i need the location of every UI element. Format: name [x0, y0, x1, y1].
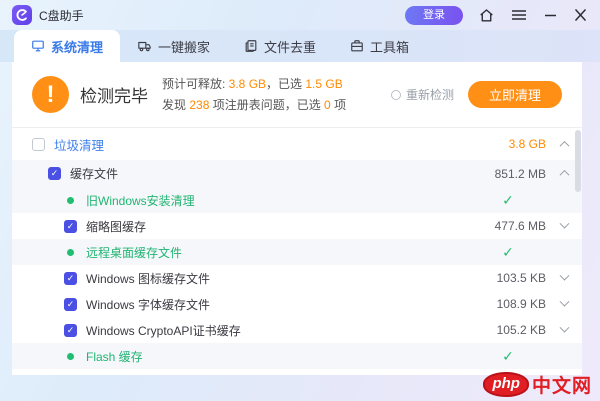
success-check-icon: ✓ [502, 191, 514, 208]
chevron-down-icon[interactable] [559, 296, 569, 307]
close-icon[interactable] [573, 8, 588, 22]
row-label: 缩略图缓存 [86, 219, 147, 234]
checkbox[interactable] [32, 137, 45, 151]
list-row[interactable]: 远程桌面缓存文件 ✓ [12, 239, 582, 265]
duplicate-file-icon [244, 39, 258, 53]
tab-file-dedup[interactable]: 文件去重 [227, 30, 333, 62]
row-label: 远程桌面缓存文件 [86, 245, 183, 260]
row-label: 缓存文件 [70, 167, 119, 181]
title-bar: C盘助手 登录 [0, 0, 600, 30]
home-icon[interactable] [478, 7, 495, 24]
status-dot [67, 248, 74, 256]
success-check-icon: ✓ [502, 347, 514, 364]
list-row[interactable]: ✓ Windows 图标缓存文件 103.5 KB [12, 265, 582, 291]
checkbox[interactable]: ✓ [64, 323, 77, 337]
size-label: 103.5 KB [496, 271, 546, 285]
list-row[interactable]: 垃圾清理 3.8 GB [12, 128, 582, 160]
clean-now-button[interactable]: 立即清理 [467, 81, 562, 108]
disk-cleanup-icon [31, 39, 45, 53]
checkbox[interactable]: ✓ [64, 271, 77, 285]
chevron-down-icon[interactable] [559, 270, 569, 281]
tab-label: 文件去重 [264, 39, 317, 55]
tab-one-click-move[interactable]: 一键搬家 [120, 30, 227, 62]
main-panel: ! 检测完毕 预计可释放: 3.8 GB，已选 1.5 GB 发现 238 项注… [12, 62, 582, 375]
watermark: php 中文网 [483, 371, 592, 398]
tab-toolbox[interactable]: 工具箱 [333, 30, 426, 62]
chevron-down-icon[interactable] [559, 218, 569, 229]
list-row[interactable]: Flash 缓存 ✓ [12, 343, 582, 369]
minimize-icon[interactable] [543, 8, 558, 22]
status-slot: ✓ [470, 192, 546, 209]
cleanup-list: 垃圾清理 3.8 GB ✓ 缓存文件 851.2 MB 旧Windows安装清理 ✓ ✓ 缩略图… [12, 128, 582, 369]
status-dot [67, 352, 74, 360]
toolbox-icon [350, 39, 364, 53]
size-label: 851.2 MB [494, 166, 546, 181]
selected-size: 1.5 GB [305, 76, 343, 91]
status-dot [67, 196, 74, 204]
list-row[interactable]: 旧Windows安装清理 ✓ [12, 187, 582, 213]
size-label: 477.6 MB [494, 219, 546, 233]
login-button[interactable]: 登录 [405, 5, 463, 25]
redetect-button[interactable]: 重新检测 [390, 86, 454, 103]
tab-label: 工具箱 [370, 39, 410, 55]
tab-system-cleanup[interactable]: 系统清理 [14, 30, 121, 62]
tab-label: 一键搬家 [158, 39, 211, 55]
app-title: C盘助手 [39, 8, 84, 23]
checkbox[interactable]: ✓ [64, 297, 77, 311]
registry-issue-count: 238 [189, 97, 210, 112]
list-row[interactable]: ✓ Windows 字体缓存文件 108.9 KB [12, 291, 582, 317]
tab-bar: 系统清理 一键搬家 文件去重 工具箱 [0, 30, 600, 62]
scan-summary: ! 检测完毕 预计可释放: 3.8 GB，已选 1.5 GB 发现 238 项注… [12, 62, 582, 128]
truck-icon [137, 39, 152, 53]
row-label: 旧Windows安装清理 [86, 193, 195, 208]
releasable-size: 3.8 GB [228, 76, 267, 91]
tab-label: 系统清理 [51, 39, 104, 55]
checkbox[interactable]: ✓ [64, 219, 77, 233]
scan-stats: 预计可释放: 3.8 GB，已选 1.5 GB 发现 238 项注册表问题，已选… [162, 74, 346, 116]
watermark-text: 中文网 [531, 376, 592, 397]
success-check-icon: ✓ [502, 243, 514, 260]
size-label: 3.8 GB [508, 137, 546, 151]
row-label: Windows 字体缓存文件 [86, 297, 211, 312]
scan-status-title: 检测完毕 [80, 87, 148, 106]
checkbox[interactable]: ✓ [48, 167, 61, 180]
registry-selected-count: 0 [324, 97, 331, 112]
row-label: 垃圾清理 [54, 138, 105, 153]
scrollbar-thumb[interactable] [575, 130, 581, 192]
stats-line-registry: 发现 238 项注册表问题，已选 0 项 [162, 97, 347, 112]
row-label: Windows 图标缓存文件 [86, 271, 211, 286]
row-label: Windows CryptoAPI证书缓存 [86, 323, 241, 338]
alert-exclamation-icon: ! [32, 76, 69, 113]
status-slot: ✓ [470, 348, 546, 365]
php-logo: php [483, 372, 529, 397]
list-row[interactable]: ✓ Windows CryptoAPI证书缓存 105.2 KB [12, 317, 582, 343]
list-row[interactable]: ✓ 缓存文件 851.2 MB [12, 160, 582, 187]
list-row[interactable]: ✓ 缩略图缓存 477.6 MB [12, 213, 582, 239]
size-label: 105.2 KB [496, 323, 546, 337]
redetect-circle-icon [390, 89, 401, 100]
redetect-label: 重新检测 [405, 88, 454, 102]
scrollbar[interactable] [575, 128, 581, 375]
chevron-down-icon[interactable] [559, 322, 569, 333]
status-slot: ✓ [470, 244, 546, 261]
size-label: 108.9 KB [496, 297, 546, 311]
stats-line-release: 预计可释放: 3.8 GB，已选 1.5 GB [162, 76, 343, 91]
app-logo-icon [12, 5, 32, 25]
row-label: Flash 缓存 [86, 349, 143, 364]
chevron-up-icon[interactable] [559, 169, 569, 180]
menu-icon[interactable] [510, 8, 528, 22]
chevron-up-icon[interactable] [559, 140, 569, 151]
